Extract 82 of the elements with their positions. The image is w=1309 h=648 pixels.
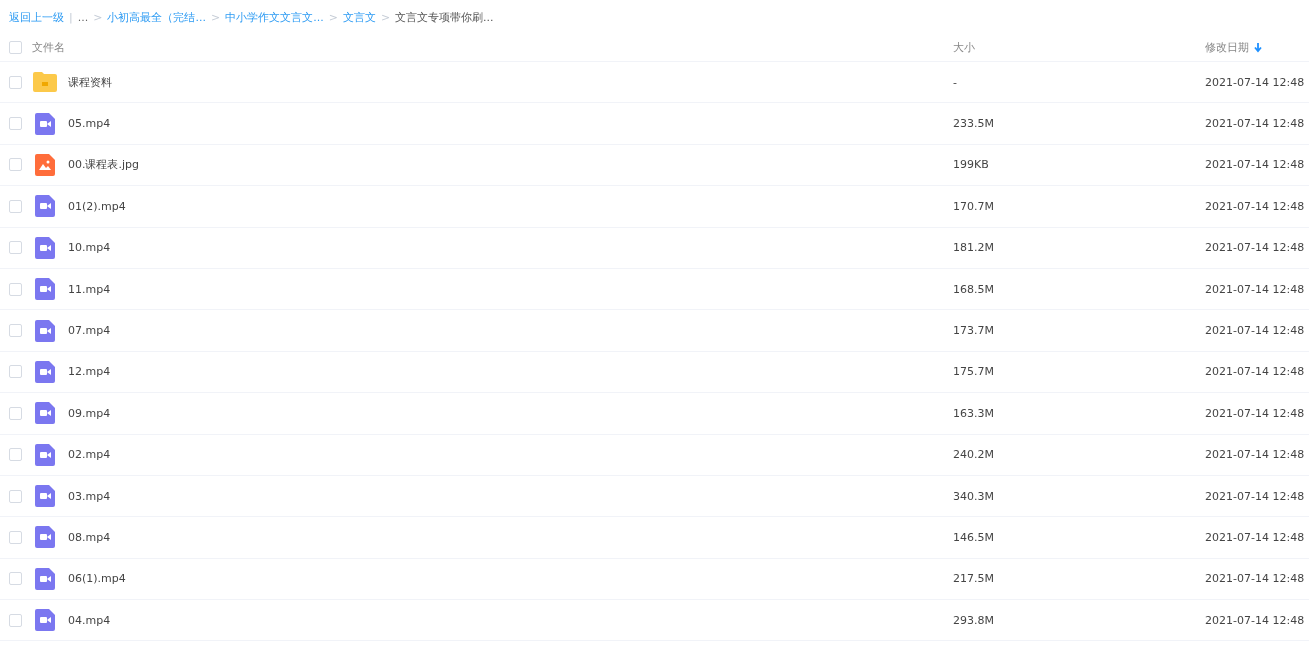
file-size: 199KB [953, 158, 990, 172]
file-name[interactable]: 05.mp4 [68, 117, 953, 131]
breadcrumb-separator: | [69, 10, 73, 24]
modified-date: 2021-07-14 12:48 [1205, 241, 1306, 255]
file-name[interactable]: 12.mp4 [68, 365, 953, 379]
file-name[interactable]: 06(1).mp4 [68, 572, 953, 586]
file-size: - [953, 75, 958, 89]
file-name[interactable]: 01(2).mp4 [68, 199, 953, 213]
row-checkbox[interactable] [9, 199, 22, 213]
video-file-icon [35, 360, 55, 383]
file-name[interactable]: 09.mp4 [68, 406, 953, 420]
video-file-icon [35, 526, 55, 549]
file-size: 217.5M [953, 572, 995, 586]
modified-date: 2021-07-14 12:48 [1205, 282, 1306, 296]
video-file-icon [35, 485, 55, 508]
modified-date: 2021-07-14 12:48 [1205, 365, 1306, 379]
video-file-icon [35, 195, 55, 218]
row-checkbox[interactable] [9, 158, 22, 172]
modified-date: 2021-07-14 12:48 [1205, 406, 1306, 420]
modified-date: 2021-07-14 12:48 [1205, 158, 1306, 172]
image-file-icon [35, 153, 55, 176]
row-checkbox[interactable] [9, 282, 22, 296]
file-name[interactable]: 00.课程表.jpg [68, 157, 953, 173]
file-name[interactable]: 04.mp4 [68, 613, 953, 627]
file-size: 173.7M [953, 324, 995, 338]
folder-icon [33, 72, 57, 93]
row-checkbox[interactable] [9, 117, 22, 131]
modified-date: 2021-07-14 12:48 [1205, 75, 1306, 89]
file-size: 233.5M [953, 117, 995, 131]
modified-date: 2021-07-14 12:48 [1205, 117, 1306, 131]
video-file-icon [35, 567, 55, 590]
breadcrumb-separator: > [328, 10, 338, 24]
file-size: 181.2M [953, 241, 995, 255]
file-name[interactable]: 07.mp4 [68, 324, 953, 338]
column-header[interactable]: 文件名 [32, 40, 953, 55]
video-file-icon [35, 443, 55, 466]
row-checkbox[interactable] [9, 613, 22, 627]
modified-date: 2021-07-14 12:48 [1205, 199, 1306, 213]
row-checkbox[interactable] [9, 406, 22, 420]
modified-date: 2021-07-14 12:48 [1205, 613, 1306, 627]
file-name[interactable]: 08.mp4 [68, 531, 953, 544]
file-name[interactable]: 10.mp4 [68, 241, 953, 255]
video-file-icon [35, 112, 55, 135]
file-size: 168.5M [953, 282, 995, 296]
video-file-icon [35, 278, 55, 301]
file-name[interactable]: 课程资料 [68, 74, 953, 90]
column-header[interactable]: 修改日期 [1205, 40, 1249, 55]
column-header[interactable]: 大小 [953, 40, 1205, 55]
row-checkbox[interactable] [9, 324, 22, 338]
row-checkbox[interactable] [9, 448, 22, 462]
breadcrumb-separator: > [210, 10, 221, 24]
file-size: 240.2M [953, 448, 995, 462]
file-size: 163.3M [953, 406, 995, 420]
row-checkbox[interactable] [9, 365, 22, 379]
breadcrumb-current: 文言文专项带你刷... [395, 9, 494, 25]
breadcrumb-ellipsis[interactable]: ... [77, 10, 89, 24]
video-file-icon [35, 609, 55, 632]
row-checkbox[interactable] [9, 572, 22, 586]
file-size: 175.7M [953, 365, 995, 379]
video-file-icon [35, 319, 55, 342]
file-size: 170.7M [953, 199, 995, 213]
row-checkbox[interactable] [9, 241, 22, 255]
modified-date: 2021-07-14 12:48 [1205, 324, 1306, 338]
row-checkbox[interactable] [9, 75, 22, 89]
breadcrumb-separator: > [380, 10, 391, 24]
video-file-icon [35, 236, 55, 259]
file-size: 146.5M [953, 531, 995, 544]
modified-date: 2021-07-14 12:48 [1205, 531, 1306, 544]
video-file-icon [35, 402, 55, 425]
file-size: 340.3M [953, 489, 995, 503]
sort-arrow-icon[interactable] [1254, 42, 1262, 53]
modified-date: 2021-07-14 12:48 [1205, 448, 1306, 462]
breadcrumb-separator: > [93, 10, 103, 24]
file-name[interactable]: 02.mp4 [68, 448, 953, 462]
select-all-checkbox[interactable] [9, 41, 22, 54]
file-size: 293.8M [953, 613, 995, 627]
file-name[interactable]: 03.mp4 [68, 489, 953, 503]
row-checkbox[interactable] [9, 531, 22, 544]
row-checkbox[interactable] [9, 489, 22, 503]
modified-date: 2021-07-14 12:48 [1205, 489, 1306, 503]
file-name[interactable]: 11.mp4 [68, 282, 953, 296]
modified-date: 2021-07-14 12:48 [1205, 572, 1306, 586]
